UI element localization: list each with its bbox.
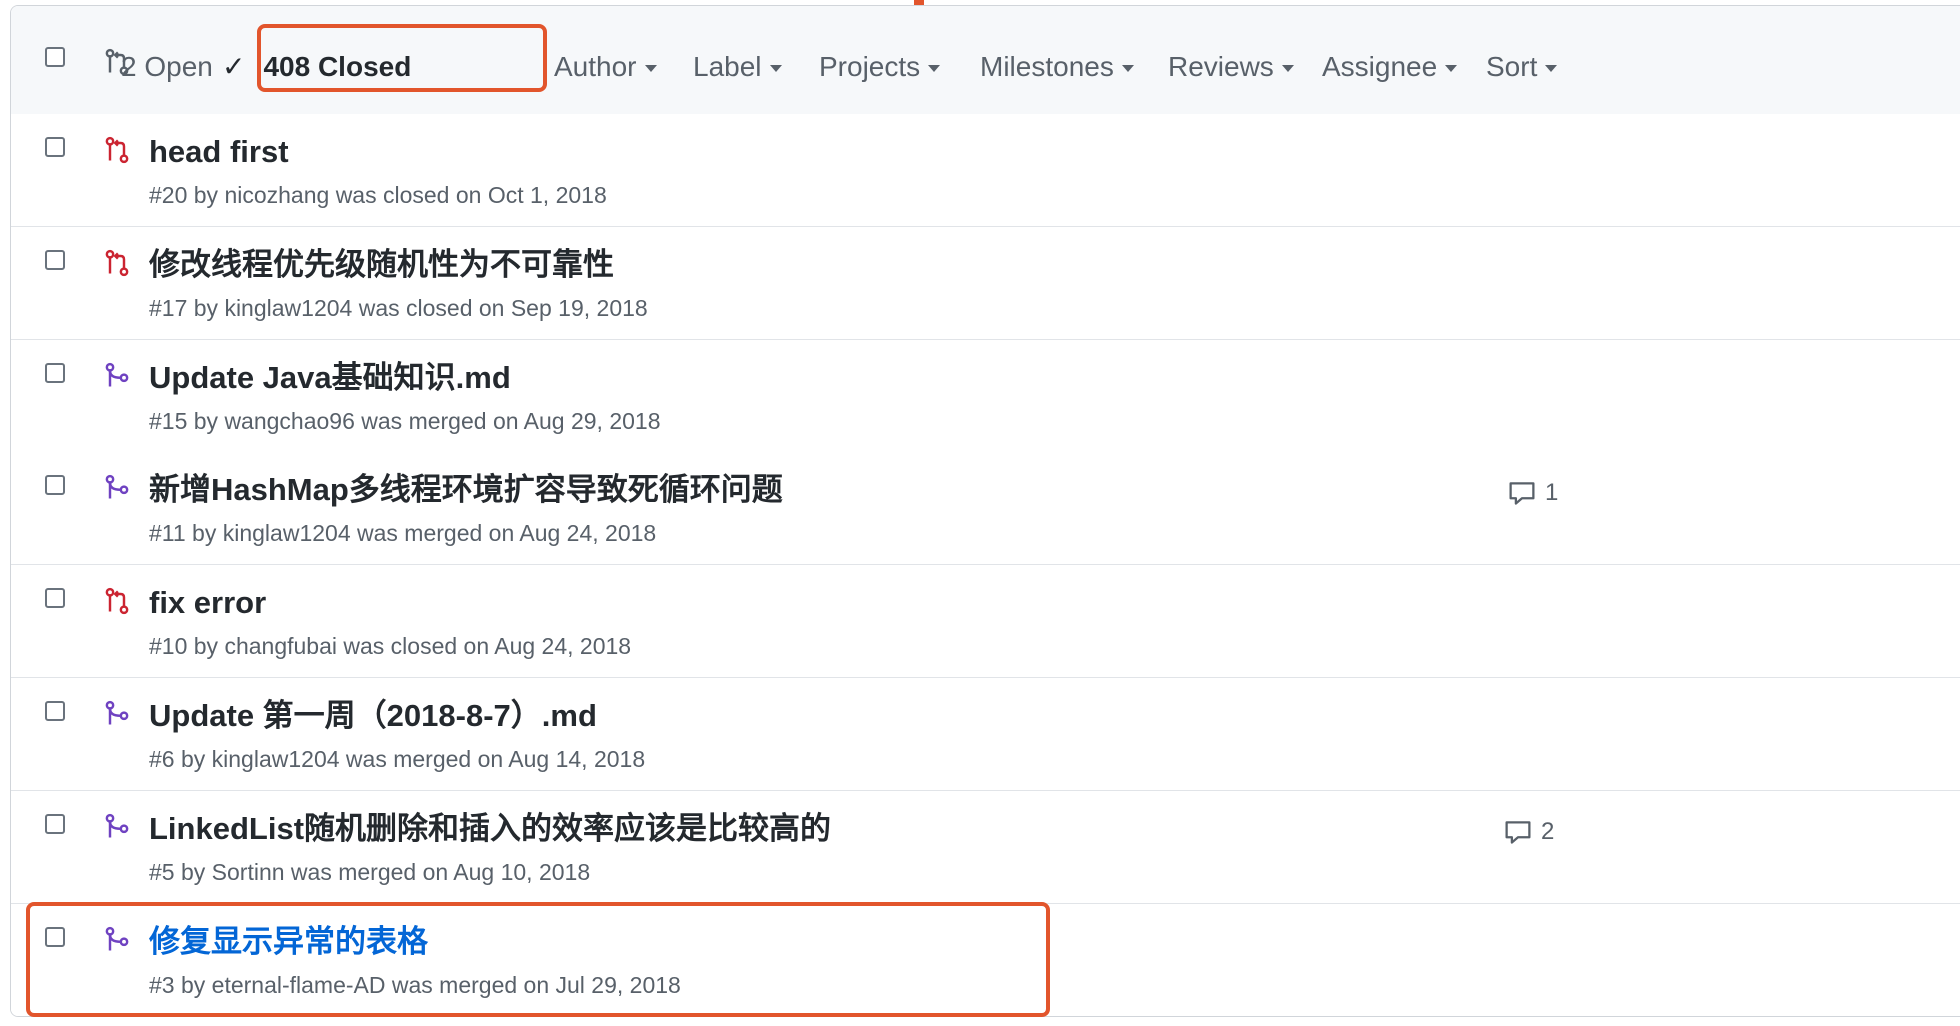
row-checkbox[interactable]: [45, 814, 65, 834]
pr-meta: #11 by kinglaw1204 was merged on Aug 24,…: [149, 520, 657, 546]
caret-down-icon: [644, 65, 657, 73]
projects-label: Projects: [819, 51, 921, 82]
pr-meta: #10 by changfubai was closed on Aug 24, …: [149, 633, 632, 659]
check-icon: ✓: [222, 51, 246, 82]
label-filter[interactable]: Label: [693, 50, 782, 84]
comment-count-link[interactable]: 1: [1507, 478, 1558, 508]
comment-count: 1: [1545, 479, 1559, 506]
row-checkbox[interactable]: [45, 475, 65, 495]
pr-meta: #3 by eternal-flame-AD was merged on Jul…: [149, 972, 681, 998]
pr-title-link[interactable]: Update 第一周（2018-8-7）.md: [149, 697, 597, 735]
reviews-label: Reviews: [1168, 51, 1274, 82]
pr-title-link[interactable]: Update Java基础知识.md: [149, 359, 511, 397]
pr-row: Update 第一周（2018-8-7）.md #6 by kinglaw120…: [11, 678, 1960, 791]
pr-title-link[interactable]: head first: [149, 133, 289, 171]
pr-title-link[interactable]: LinkedList随机删除和插入的效率应该是比较高的: [149, 810, 831, 848]
pr-closed-icon: [105, 587, 129, 615]
comment-count-link[interactable]: 2: [1503, 817, 1554, 847]
reviews-filter[interactable]: Reviews: [1168, 50, 1294, 84]
pr-row: 修改线程优先级随机性为不可靠性 #17 by kinglaw1204 was c…: [11, 227, 1960, 340]
pr-title-link[interactable]: 修改线程优先级随机性为不可靠性: [149, 246, 614, 284]
pr-merged-icon: [105, 362, 129, 387]
milestones-filter[interactable]: Milestones: [980, 50, 1134, 84]
pr-row: fix error #10 by changfubai was closed o…: [11, 565, 1960, 678]
assignee-filter[interactable]: Assignee: [1322, 50, 1458, 84]
pr-title-link[interactable]: 新增HashMap多线程环境扩容导致死循环问题: [149, 471, 783, 509]
pr-row: Update Java基础知识.md #15 by wangchao96 was…: [11, 340, 1960, 453]
pr-merged-icon: [105, 474, 129, 499]
row-checkbox[interactable]: [45, 250, 65, 270]
pr-row: 修复显示异常的表格 #3 by eternal-flame-AD was mer…: [11, 904, 1960, 1016]
pull-request-list: 2 Open ✓ 408 Closed Author Label Projects…: [10, 5, 1960, 1017]
milestones-label: Milestones: [980, 51, 1114, 82]
projects-filter[interactable]: Projects: [819, 50, 941, 84]
pr-meta: #20 by nicozhang was closed on Oct 1, 20…: [149, 182, 607, 208]
row-checkbox[interactable]: [45, 588, 65, 608]
row-checkbox[interactable]: [45, 701, 65, 721]
comment-icon: [1505, 821, 1531, 844]
author-filter[interactable]: Author: [554, 50, 657, 84]
caret-down-icon: [769, 65, 782, 73]
pr-closed-icon: [105, 249, 129, 277]
pr-merged-icon: [105, 926, 129, 951]
comment-count: 2: [1541, 818, 1555, 845]
row-checkbox[interactable]: [45, 927, 65, 947]
closed-label: 408 Closed: [263, 51, 412, 82]
sort-label: Sort: [1486, 51, 1538, 82]
pr-meta: #17 by kinglaw1204 was closed on Sep 19,…: [149, 295, 648, 321]
closed-filter-link[interactable]: ✓ 408 Closed: [222, 50, 411, 84]
row-checkbox[interactable]: [45, 363, 65, 383]
caret-down-icon: [928, 65, 941, 73]
pr-title-link[interactable]: 修复显示异常的表格: [149, 923, 428, 961]
pr-title-link[interactable]: fix error: [149, 584, 266, 622]
comment-icon: [1509, 482, 1535, 505]
pr-merged-icon: [105, 813, 129, 838]
pr-row: 新增HashMap多线程环境扩容导致死循环问题 #11 by kinglaw12…: [11, 452, 1960, 565]
sort-filter[interactable]: Sort: [1486, 50, 1558, 84]
caret-down-icon: [1545, 65, 1558, 73]
pr-row: head first #20 by nicozhang was closed o…: [11, 114, 1960, 227]
label-label: Label: [693, 51, 762, 82]
pr-meta: #5 by Sortinn was merged on Aug 10, 2018: [149, 859, 591, 885]
select-all-checkbox[interactable]: [45, 47, 65, 67]
pr-meta: #15 by wangchao96 was merged on Aug 29, …: [149, 408, 661, 434]
pr-closed-icon: [105, 136, 129, 164]
pr-meta: #6 by kinglaw1204 was merged on Aug 14, …: [149, 746, 646, 772]
caret-down-icon: [1445, 65, 1458, 73]
row-checkbox[interactable]: [45, 137, 65, 157]
caret-down-icon: [1281, 65, 1294, 73]
list-header: 2 Open ✓ 408 Closed Author Label Projects…: [11, 6, 1960, 115]
open-filter-link[interactable]: 2 Open: [121, 50, 213, 84]
pr-row: LinkedList随机删除和插入的效率应该是比较高的 #5 by Sortin…: [11, 791, 1960, 904]
caret-down-icon: [1121, 65, 1134, 73]
pr-merged-icon: [105, 700, 129, 725]
author-label: Author: [554, 51, 637, 82]
assignee-label: Assignee: [1322, 51, 1438, 82]
